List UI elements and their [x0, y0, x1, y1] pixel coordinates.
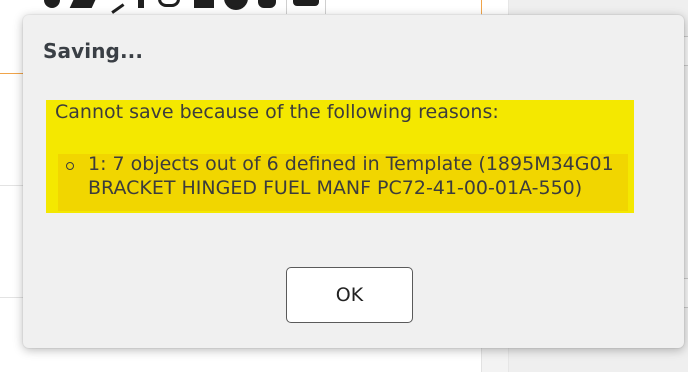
error-heading: Cannot save because of the following rea…: [55, 101, 499, 123]
error-list-item: 1: 7 objects out of 6 defined in Templat…: [58, 153, 628, 211]
error-message-box: Cannot save because of the following rea…: [46, 100, 634, 213]
toolbar-separator: [286, 0, 287, 14]
wand-icon[interactable]: [105, 0, 125, 14]
shield-icon[interactable]: [44, 0, 60, 8]
bar-chart-icon[interactable]: [194, 0, 214, 8]
background-divider: [0, 185, 23, 186]
tag-icon[interactable]: [69, 0, 97, 8]
toolbar-separator: [325, 0, 326, 14]
info-icon[interactable]: [224, 0, 248, 10]
pin-icon[interactable]: [138, 0, 144, 8]
dialog-title: Saving...: [43, 39, 144, 63]
database-icon[interactable]: [258, 0, 276, 8]
bullet-icon: [66, 162, 74, 170]
ok-button[interactable]: OK: [286, 267, 413, 323]
background-accent-rule: [0, 73, 23, 74]
more-icon[interactable]: [293, 0, 319, 6]
background-divider: [0, 297, 23, 298]
background-accent-line: [481, 0, 482, 14]
paperclip-icon[interactable]: [158, 0, 180, 7]
error-item-text: 1: 7 objects out of 6 defined in Templat…: [88, 153, 614, 199]
saving-dialog: Saving... Cannot save because of the fol…: [23, 15, 684, 348]
background-toolbar: [22, 0, 482, 14]
